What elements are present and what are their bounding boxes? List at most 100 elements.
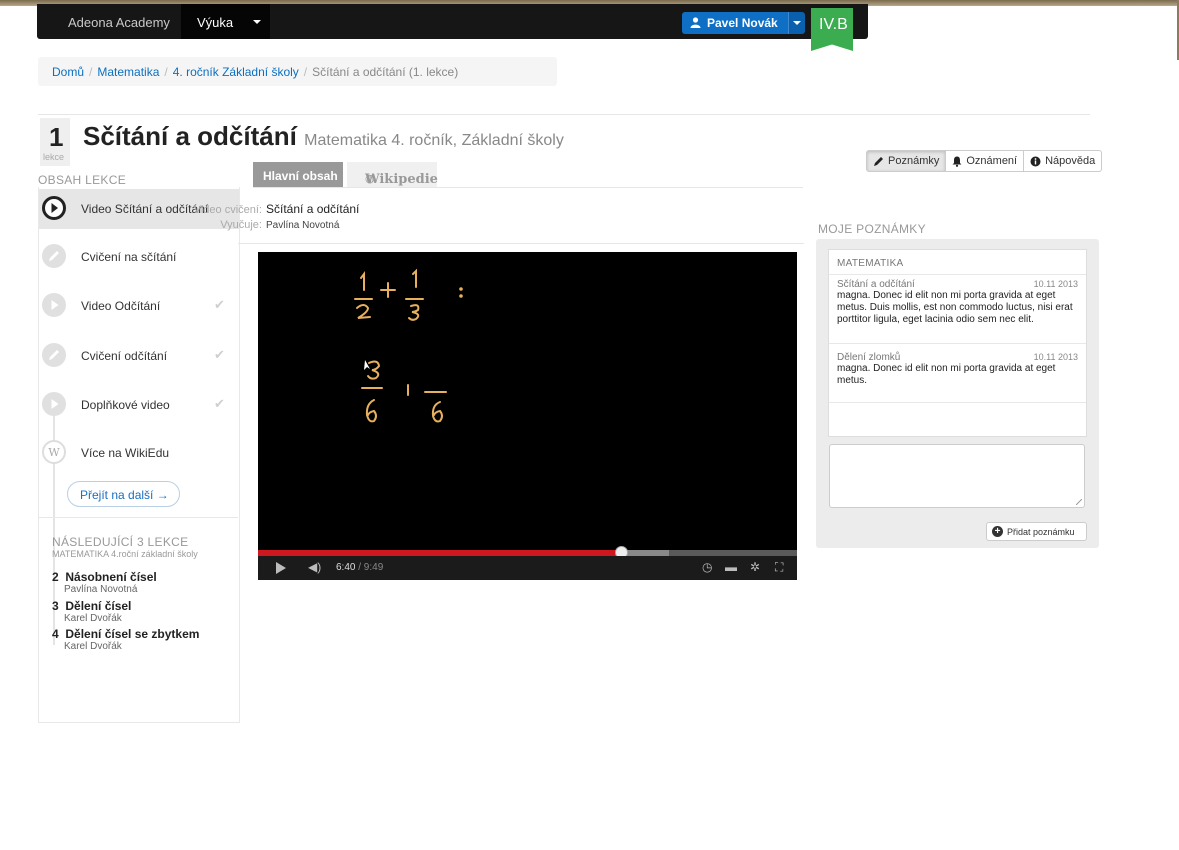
note-date: 10.11 2013 — [1033, 279, 1078, 289]
watch-later-icon[interactable]: ◷ — [702, 560, 712, 574]
class-badge: IV.B — [811, 8, 853, 51]
play-icon[interactable] — [276, 562, 286, 574]
page-title: Sčítání a odčítání Matematika 4. ročník,… — [83, 121, 564, 152]
help-button[interactable]: Nápověda — [1024, 150, 1103, 172]
user-menu-dropdown-toggle[interactable] — [788, 12, 805, 34]
next-lessons-subtitle: MATEMATIKA 4.roční základní školy — [52, 549, 198, 559]
divider — [829, 402, 1086, 403]
breadcrumb-subject[interactable]: Matematika — [97, 65, 159, 79]
exercise-meta: Video cvičení: Sčítání a odčítání — [177, 202, 360, 216]
step-label: Doplňkové video — [81, 398, 170, 412]
next-step-button[interactable]: Přejít na další → — [67, 481, 180, 507]
check-icon: ✔ — [214, 297, 225, 312]
info-icon — [1030, 156, 1041, 166]
pencil-icon — [42, 343, 66, 367]
tab-main-content[interactable]: Hlavní obsah — [253, 162, 343, 187]
video-controls: ◀) 6:40 / 9:49 ◷ ▬ ✲ ⛶ — [258, 556, 797, 580]
next-lesson-author: Karel Dvořák — [64, 613, 122, 624]
sidebar-step-cviceni-odcitani[interactable]: Cvičení odčítání ✔ — [39, 336, 239, 376]
next-lesson-item[interactable]: 4 Dělení čísel se zbytkem Karel Dvořák — [52, 627, 199, 652]
next-lesson-author: Karel Dvořák — [64, 641, 122, 652]
announcements-label: Oznámení — [966, 155, 1018, 167]
next-lesson-item[interactable]: 2 Násobnení čísel Pavlína Novotná — [52, 570, 157, 595]
next-lesson-author: Pavlína Novotná — [64, 584, 138, 595]
video-time: 6:40 / 9:49 — [336, 562, 383, 573]
divider — [253, 187, 803, 188]
wikipedia-icon: W — [42, 440, 66, 464]
bell-icon — [952, 156, 962, 167]
next-step-label: Přejít na další → — [80, 488, 169, 502]
next-lesson-number: 2 — [52, 570, 59, 584]
play-icon — [42, 196, 66, 220]
breadcrumb-separator: / — [89, 65, 93, 79]
breadcrumb-separator: / — [303, 65, 308, 79]
note-date: 10.11 2013 — [1033, 352, 1078, 362]
help-label: Nápověda — [1045, 155, 1096, 167]
pencil-icon — [874, 156, 883, 166]
next-lesson-item[interactable]: 3 Dělení čísel Karel Dvořák — [52, 599, 131, 624]
lesson-title: Sčítání a odčítání — [83, 121, 297, 151]
notes-toggle-button[interactable]: Poznámky — [866, 150, 947, 172]
tab-wikipedia[interactable]: ◍ Wikipedie — [347, 162, 438, 187]
video-frame — [354, 268, 463, 423]
caret-down-icon — [253, 20, 261, 24]
divider — [38, 114, 1090, 115]
next-lessons-heading: NÁSLEDUJÍCÍ 3 LEKCE MATEMATIKA 4.roční z… — [52, 535, 198, 559]
next-lesson-title: Dělení čísel — [65, 599, 132, 613]
sidebar-step-cviceni-scitani[interactable]: Cvičení na sčítání — [39, 237, 239, 277]
lesson-number: 1 — [49, 122, 64, 152]
next-lesson-title: Dělení čísel se zbytkem — [65, 627, 200, 641]
play-icon — [42, 392, 66, 416]
breadcrumb-home[interactable]: Domů — [52, 65, 84, 79]
svg-text:W: W — [48, 446, 60, 459]
note-title: Dělení zlomků — [837, 352, 901, 363]
top-navbar: Adeona Academy Výuka Pavel Novák IV.B — [37, 4, 868, 51]
sidebar-heading: OBSAH LEKCE — [38, 173, 126, 187]
sidebar-step-wikiedu[interactable]: W Více na WikiEdu — [39, 433, 239, 473]
resize-grip-icon[interactable] — [1076, 499, 1082, 505]
captions-icon[interactable]: ▬ — [725, 560, 737, 574]
nav-menu-vyuka[interactable]: Výuka — [181, 4, 270, 39]
pencil-icon — [42, 244, 66, 268]
step-label: Cvičení odčítání — [81, 349, 168, 363]
notes-heading: MOJE POZNÁMKY — [818, 222, 926, 236]
user-name: Pavel Novák — [707, 16, 778, 30]
play-icon — [42, 293, 66, 317]
caret-down-icon — [793, 21, 801, 25]
sidebar-step-doplnkove-video[interactable]: Doplňkové video ✔ — [39, 385, 239, 425]
tab-main-label: Hlavní obsah — [263, 169, 338, 183]
fullscreen-icon[interactable]: ⛶ — [775, 560, 783, 575]
nav-menu-label: Výuka — [197, 15, 234, 30]
note-title: Sčítání a odčítání — [837, 279, 915, 290]
volume-icon[interactable]: ◀) — [308, 560, 321, 574]
breadcrumb-separator: / — [164, 65, 168, 79]
lesson-number-box: 1 lekce — [40, 118, 70, 166]
breadcrumb-grade[interactable]: 4. ročník Základní školy — [173, 65, 299, 79]
settings-gear-icon[interactable]: ✲ — [750, 560, 760, 574]
view-toolbar: Poznámky Oznámení Nápověda — [866, 150, 1103, 172]
notes-panel: MATEMATIKA Sčítání a odčítání 10.11 2013… — [816, 239, 1099, 548]
teacher-meta: Vyučuje: Pavlína Novotná — [177, 219, 339, 231]
plus-circle-icon: + — [992, 526, 1003, 537]
video-duration: / 9:49 — [358, 562, 384, 573]
breadcrumb: Domů / Matematika / 4. ročník Základní školy… — [38, 57, 557, 86]
user-icon — [690, 17, 701, 31]
step-label: Cvičení na sčítání — [81, 250, 177, 264]
video-player[interactable]: ◀) 6:40 / 9:49 ◷ ▬ ✲ ⛶ — [258, 252, 797, 580]
add-note-button[interactable]: + Přidat poznámku — [986, 522, 1087, 541]
exercise-value: Sčítání a odčítání — [266, 202, 360, 216]
exercise-key: Video cvičení: — [193, 204, 262, 216]
divider — [38, 517, 238, 518]
lesson-number-word: lekce — [43, 152, 65, 162]
announcements-button[interactable]: Oznámení — [946, 150, 1025, 172]
teacher-value: Pavlína Novotná — [266, 220, 340, 231]
notes-toggle-label: Poznámky — [888, 155, 940, 167]
step-label: Více na WikiEdu — [81, 446, 170, 460]
brand-logo[interactable]: Adeona Academy — [68, 15, 170, 30]
lesson-subtitle: Matematika 4. ročník, Základní školy — [304, 132, 564, 149]
user-menu-button[interactable]: Pavel Novák — [682, 12, 788, 34]
new-note-textarea[interactable] — [829, 444, 1085, 508]
teacher-key: Vyučuje: — [220, 219, 262, 231]
sidebar-step-video-odcitani[interactable]: Video Odčítání ✔ — [39, 286, 239, 326]
next-lesson-number: 4 — [52, 627, 59, 641]
